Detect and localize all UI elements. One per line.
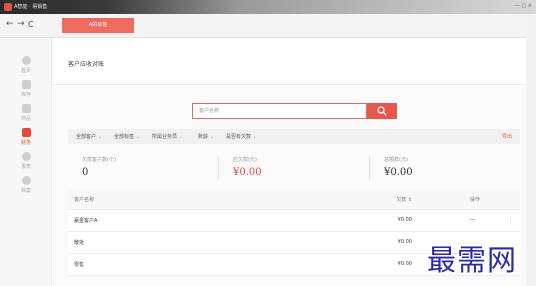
archive-icon [21, 176, 31, 185]
app-logo-icon [4, 3, 12, 11]
filter-aging[interactable]: 账龄 ⌄ [198, 133, 213, 140]
scrollbar[interactable] [526, 14, 536, 286]
more-icon[interactable]: ⋮ [508, 217, 513, 223]
sidebar-item-label: 首页 [20, 68, 31, 74]
finance-icon [21, 128, 31, 137]
sidebar-item-goods[interactable]: 商品 [0, 104, 52, 128]
goods-icon [21, 104, 31, 113]
tab-current[interactable]: A的标签 [62, 18, 134, 33]
cell-amount: ¥0.00 [397, 261, 412, 267]
chevron-down-icon: ⌄ [136, 134, 140, 139]
filter-salesperson[interactable]: 所属业务员 ⌄ [152, 133, 182, 140]
export-button[interactable]: 导出 [502, 133, 512, 140]
filter-has-debt[interactable]: 是否有欠款 ⌄ [226, 133, 256, 140]
sidebar-item-label: 档案 [20, 188, 31, 194]
chevron-down-icon: ⌄ [98, 134, 102, 139]
forward-arrow-icon[interactable]: → [17, 19, 25, 29]
column-header-amount[interactable]: 欠款 ⇕ [392, 196, 412, 203]
report-icon [21, 152, 31, 161]
reload-icon[interactable]: C [28, 20, 34, 29]
sidebar-item-home[interactable]: 首页 [0, 56, 52, 80]
sidebar-item-label: 库存 [20, 92, 31, 98]
cell-customer-name: 零售 [74, 262, 85, 268]
stat-receivable: 应欠款(元) ¥0.00 [219, 152, 369, 184]
sidebar-item-label: 商品 [20, 116, 31, 122]
search-button[interactable] [367, 103, 397, 119]
stats-summary: 欠款客户数(个) 0 应欠款(元) ¥0.00 总额款(元) ¥0.00 [68, 152, 520, 184]
warehouse-icon [21, 80, 31, 89]
sidebar-item-archive[interactable]: 档案 [0, 176, 52, 200]
search-icon [377, 106, 387, 116]
home-icon [21, 56, 31, 65]
sidebar: 首页 库存 商品 财务 报表 档案 [0, 38, 52, 286]
chevron-down-icon: ⌄ [179, 134, 183, 139]
window-titlebar: A智能 · 易销售 — □ × [0, 0, 536, 14]
cell-operation: — [470, 217, 475, 223]
sidebar-item-label: 报表 [20, 164, 31, 170]
browser-navbar: ← → C A的标签 [0, 14, 536, 38]
sidebar-item-warehouse[interactable]: 库存 [0, 80, 52, 104]
column-header-name: 客户名称 [74, 197, 95, 203]
window-controls[interactable]: — □ × [515, 3, 532, 9]
stat-value: ¥0.00 [233, 167, 262, 178]
chevron-down-icon: ⌄ [253, 134, 257, 139]
search-input[interactable]: 客户名称 [192, 103, 367, 119]
back-arrow-icon[interactable]: ← [6, 19, 14, 29]
cell-amount: ¥0.00 [397, 239, 412, 245]
search-bar: 客户名称 [192, 103, 397, 119]
cell-customer-name: 赢金客户A [74, 218, 98, 224]
filter-tags[interactable]: 全部标签 ⌄ [114, 133, 139, 140]
stat-label: 总额款(元) [384, 157, 408, 163]
page-title: 客户应收对账 [68, 61, 105, 68]
stat-label: 欠款客户数(个) [82, 157, 116, 163]
cell-amount: ¥0.00 [397, 217, 412, 223]
sidebar-item-label: 财务 [20, 140, 31, 146]
chevron-down-icon: ⌄ [210, 134, 214, 139]
table-row[interactable]: 赢金客户A ¥0.00 — ⋮ [68, 210, 520, 232]
filter-bar: 全部客户 ⌄ 全部标签 ⌄ 所属业务员 ⌄ 账龄 ⌄ 是否有欠款 ⌄ 导出 [68, 129, 520, 144]
table-header-row: 客户名称 欠款 ⇕ 操作 [68, 190, 520, 210]
sidebar-item-finance[interactable]: 财务 [0, 128, 52, 152]
stat-label: 应欠款(元) [233, 157, 257, 163]
sidebar-item-report[interactable]: 报表 [0, 152, 52, 176]
column-header-op: 操作 [470, 197, 481, 203]
watermark: 最需网 [427, 243, 518, 277]
stat-value: ¥0.00 [384, 167, 413, 178]
app-title: A智能 · 易销售 [14, 4, 48, 10]
stat-value: 0 [82, 167, 89, 178]
stat-debt-customers: 欠款客户数(个) 0 [68, 152, 218, 184]
stat-total: 总额款(元) ¥0.00 [370, 152, 520, 184]
filter-customer[interactable]: 全部客户 ⌄ [76, 133, 101, 140]
cell-customer-name: 散批 [74, 240, 85, 246]
